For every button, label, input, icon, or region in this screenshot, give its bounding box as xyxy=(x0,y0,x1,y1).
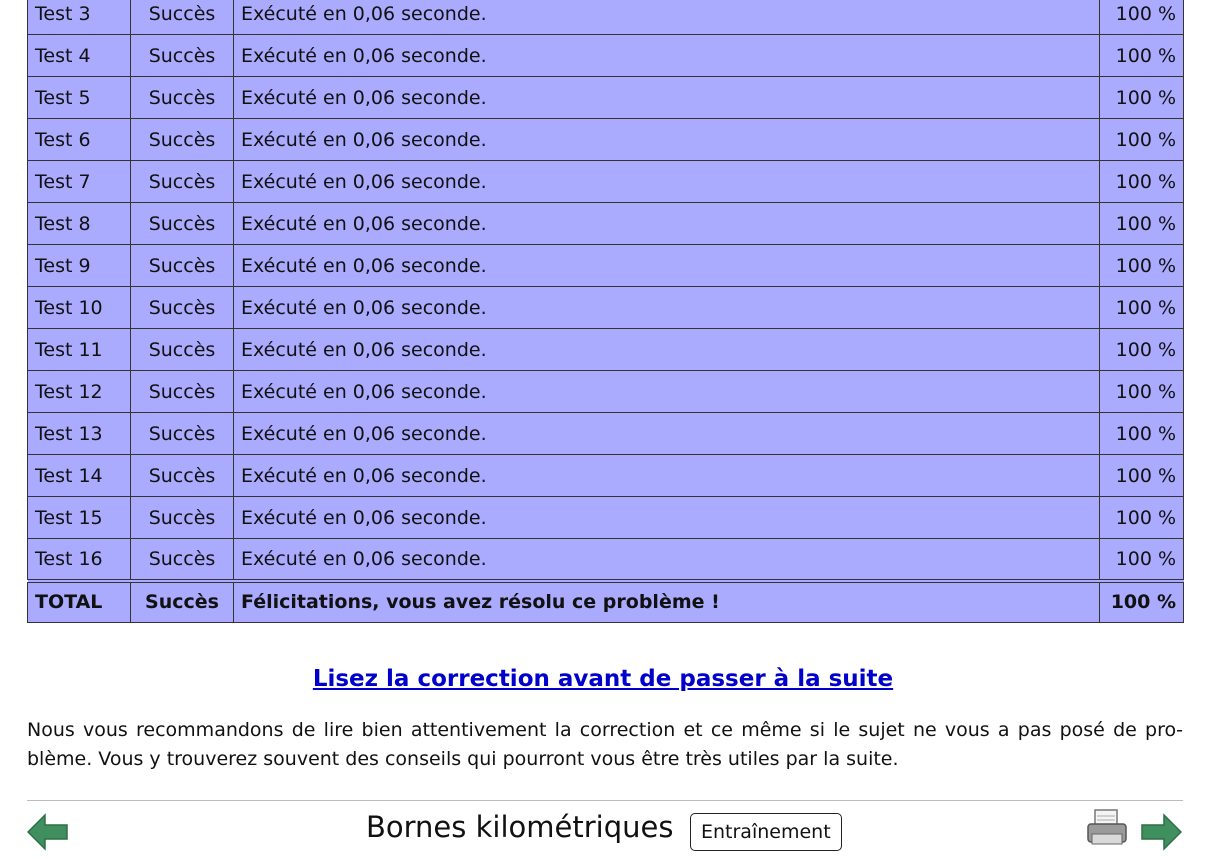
test-score-cell: 100 % xyxy=(1099,34,1184,77)
test-message-cell: Exécuté en 0,06 seconde. xyxy=(233,496,1100,539)
problem-title: Bornes kilométriques xyxy=(366,810,674,844)
test-name-cell: Test 14 xyxy=(27,454,131,497)
test-score-cell: 100 % xyxy=(1099,496,1184,539)
test-message-cell: Exécuté en 0,06 seconde. xyxy=(233,454,1100,497)
test-message-cell: Exécuté en 0,06 seconde. xyxy=(233,76,1100,119)
table-row: Test 4 Succès Exécuté en 0,06 seconde. 100 … xyxy=(27,34,1184,77)
table-row: Test 11 Succès Exécuté en 0,06 seconde. 100… xyxy=(27,328,1184,371)
test-score-cell: 100 % xyxy=(1099,412,1184,455)
read-correction-link[interactable]: Lisez la correction avant de passer à la… xyxy=(0,666,1206,692)
arrow-left-icon[interactable] xyxy=(26,813,69,851)
table-row: Test 14 Succès Exécuté en 0,06 seconde. 100… xyxy=(27,454,1184,497)
table-row: Test 5 Succès Exécuté en 0,06 seconde. 100 … xyxy=(27,76,1184,119)
test-score-cell: 100 % xyxy=(1099,202,1184,245)
table-row: Test 12 Succès Exécuté en 0,06 seconde. 100… xyxy=(27,370,1184,413)
test-message-cell: Exécuté en 0,06 seconde. xyxy=(233,160,1100,203)
test-score-cell: 100 % xyxy=(1099,454,1184,497)
total-test-score-cell: 100 % xyxy=(1099,578,1184,623)
test-score-cell: 100 % xyxy=(1099,0,1184,35)
test-name-cell: Test 10 xyxy=(27,286,131,329)
test-message-cell: Exécuté en 0,06 seconde. xyxy=(233,118,1100,161)
total-test-status-cell: Succès xyxy=(130,578,234,623)
test-name-cell: Test 11 xyxy=(27,328,131,371)
test-name-cell: Test 4 xyxy=(27,34,131,77)
table-row: Test 15 Succès Exécuté en 0,06 seconde. 100… xyxy=(27,496,1184,539)
table-row: Test 13 Succès Exécuté en 0,06 seconde. 100… xyxy=(27,412,1184,455)
test-status-cell: Succès xyxy=(130,538,234,581)
test-status-cell: Succès xyxy=(130,76,234,119)
test-name-cell: Test 15 xyxy=(27,496,131,539)
test-score-cell: 100 % xyxy=(1099,118,1184,161)
test-message-cell: Exécuté en 0,06 seconde. xyxy=(233,34,1100,77)
test-message-cell: Exécuté en 0,06 seconde. xyxy=(233,0,1100,35)
test-score-cell: 100 % xyxy=(1099,244,1184,287)
test-message-cell: Exécuté en 0,06 seconde. xyxy=(233,244,1100,287)
test-score-cell: 100 % xyxy=(1099,370,1184,413)
test-status-cell: Succès xyxy=(130,34,234,77)
arrow-right-icon[interactable] xyxy=(1140,813,1183,851)
test-message-cell: Exécuté en 0,06 seconde. xyxy=(233,202,1100,245)
test-status-cell: Succès xyxy=(130,202,234,245)
test-message-cell: Exécuté en 0,06 seconde. xyxy=(233,412,1100,455)
test-status-cell: Succès xyxy=(130,328,234,371)
total-test-message-cell: Félicitations, vous avez résolu ce probl… xyxy=(233,578,1100,623)
test-status-cell: Succès xyxy=(130,412,234,455)
test-status-cell: Succès xyxy=(130,454,234,497)
test-message-cell: Exécuté en 0,06 seconde. xyxy=(233,328,1100,371)
test-results-table: Test 3 Succès Exécuté en 0,06 seconde. 100 … xyxy=(27,0,1184,623)
printer-icon[interactable] xyxy=(1085,808,1129,850)
test-name-cell: Test 13 xyxy=(27,412,131,455)
test-name-cell: Test 7 xyxy=(27,160,131,203)
test-name-cell: Test 8 xyxy=(27,202,131,245)
test-name-cell: Test 5 xyxy=(27,76,131,119)
test-message-cell: Exécuté en 0,06 seconde. xyxy=(233,538,1100,581)
table-row: Test 3 Succès Exécuté en 0,06 seconde. 100 … xyxy=(27,0,1184,35)
test-score-cell: 100 % xyxy=(1099,160,1184,203)
table-row: Test 10 Succès Exécuté en 0,06 seconde. 100… xyxy=(27,286,1184,329)
test-name-cell: Test 16 xyxy=(27,538,131,581)
footer-divider xyxy=(27,800,1183,801)
test-score-cell: 100 % xyxy=(1099,538,1184,581)
test-name-cell: Test 12 xyxy=(27,370,131,413)
test-status-cell: Succès xyxy=(130,118,234,161)
test-score-cell: 100 % xyxy=(1099,286,1184,329)
test-status-cell: Succès xyxy=(130,0,234,35)
test-score-cell: 100 % xyxy=(1099,328,1184,371)
table-row: Test 9 Succès Exécuté en 0,06 seconde. 100 … xyxy=(27,244,1184,287)
test-message-cell: Exécuté en 0,06 seconde. xyxy=(233,370,1100,413)
test-message-cell: Exécuté en 0,06 seconde. xyxy=(233,286,1100,329)
test-status-cell: Succès xyxy=(130,244,234,287)
test-name-cell: Test 3 xyxy=(27,0,131,35)
test-status-cell: Succès xyxy=(130,286,234,329)
table-row: Test 7 Succès Exécuté en 0,06 seconde. 100 … xyxy=(27,160,1184,203)
total-row: TOTAL Succès Félicitations, vous avez réso… xyxy=(27,578,1184,623)
test-name-cell: Test 6 xyxy=(27,118,131,161)
test-score-cell: 100 % xyxy=(1099,76,1184,119)
total-test-name-cell: TOTAL xyxy=(27,578,131,623)
table-row: Test 8 Succès Exécuté en 0,06 seconde. 100 … xyxy=(27,202,1184,245)
test-status-cell: Succès xyxy=(130,496,234,539)
test-status-cell: Succès xyxy=(130,160,234,203)
correction-advice-text: Nous vous recommandons de lire bien atte… xyxy=(27,719,1183,770)
mode-badge[interactable]: Entraînement xyxy=(690,813,842,851)
table-row: Test 16 Succès Exécuté en 0,06 seconde. 100… xyxy=(27,538,1184,581)
test-status-cell: Succès xyxy=(130,370,234,413)
table-row: Test 6 Succès Exécuté en 0,06 seconde. 100 … xyxy=(27,118,1184,161)
test-name-cell: Test 9 xyxy=(27,244,131,287)
